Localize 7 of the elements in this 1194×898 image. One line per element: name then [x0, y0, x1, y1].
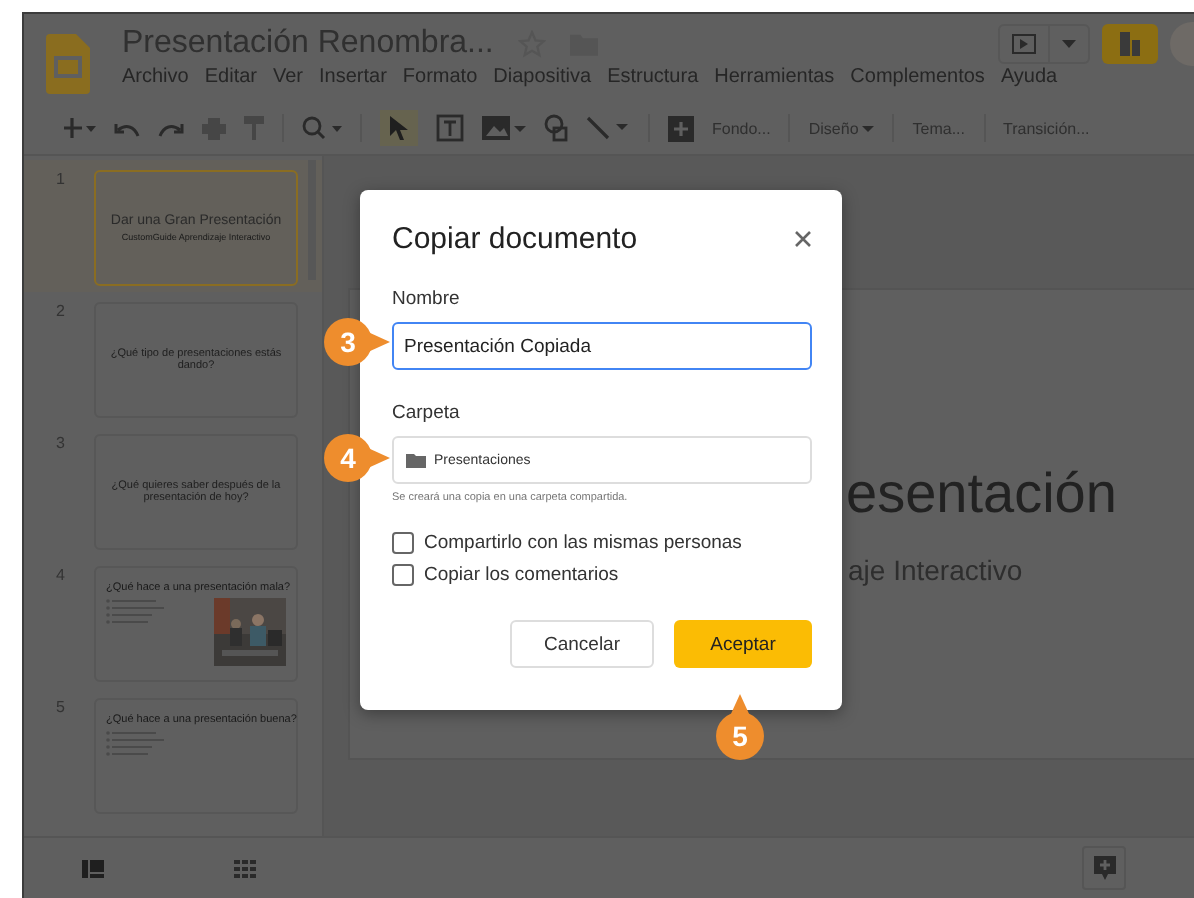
dialog-title: Copiar documento: [392, 222, 638, 256]
step-callout: 3: [324, 318, 390, 366]
step-callout: 4: [324, 434, 390, 482]
field-label: Carpeta: [392, 402, 462, 424]
slide-title: esentación: [846, 462, 1117, 526]
step-callout: 5: [716, 694, 764, 760]
field-label: Nombre: [392, 288, 462, 310]
